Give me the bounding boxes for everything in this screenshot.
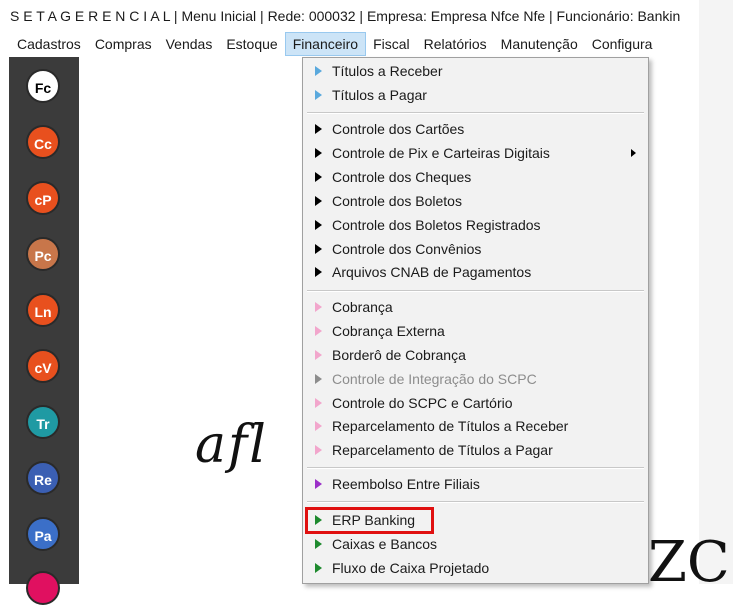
menu-item-reembolso-filiais[interactable]: Reembolso Entre Filiais — [303, 473, 648, 496]
menu-item-label: Reembolso Entre Filiais — [332, 476, 480, 492]
submenu-chevron-icon — [631, 149, 636, 157]
menu-fiscal[interactable]: Fiscal — [366, 32, 417, 56]
menu-item-controle-cartoes[interactable]: Controle dos Cartões — [303, 118, 648, 141]
menu-item-label: Controle dos Cartões — [332, 121, 465, 137]
menu-item-fluxo-caixa[interactable]: Fluxo de Caixa Projetado — [303, 557, 648, 580]
shortcut-sidebar: Fc Cc cP Pc Ln cV Tr Re Pa — [9, 57, 79, 605]
shortcut-pc-button[interactable]: Pc — [26, 237, 60, 271]
arrow-icon — [315, 479, 322, 489]
shortcut-cv-button[interactable]: cV — [26, 349, 60, 383]
shortcut-tr-button[interactable]: Tr — [26, 405, 60, 439]
arrow-icon — [315, 563, 322, 573]
menu-financeiro[interactable]: Financeiro — [284, 32, 367, 56]
menu-item-label: Controle de Pix e Carteiras Digitais — [332, 145, 550, 161]
menu-vendas[interactable]: Vendas — [159, 32, 220, 56]
arrow-icon — [315, 539, 322, 549]
menu-separator — [307, 501, 644, 503]
background-logo-text: afl — [195, 415, 268, 475]
menu-cadastros[interactable]: Cadastros — [0, 32, 88, 56]
menu-item-arquivos-cnab[interactable]: Arquivos CNAB de Pagamentos — [303, 261, 648, 284]
arrow-icon — [315, 326, 322, 336]
arrow-icon — [315, 196, 322, 206]
arrow-icon — [315, 124, 322, 134]
menu-configuracoes[interactable]: Configura — [585, 32, 660, 56]
arrow-icon — [315, 66, 322, 76]
menu-item-reparcelamento-receber[interactable]: Reparcelamento de Títulos a Receber — [303, 415, 648, 438]
menu-item-label: Controle dos Convênios — [332, 241, 482, 257]
arrow-icon — [315, 350, 322, 360]
menu-item-cobranca-externa[interactable]: Cobrança Externa — [303, 320, 648, 343]
arrow-icon — [315, 421, 322, 431]
shortcut-cp-button[interactable]: cP — [26, 181, 60, 215]
menu-item-controle-boletos-registrados[interactable]: Controle dos Boletos Registrados — [303, 214, 648, 237]
arrow-icon — [315, 148, 322, 158]
menu-item-controle-pix[interactable]: Controle de Pix e Carteiras Digitais — [303, 142, 648, 165]
arrow-icon — [315, 90, 322, 100]
shortcut-cc-button[interactable]: Cc — [26, 125, 60, 159]
menu-item-label: Títulos a Pagar — [332, 87, 427, 103]
menu-item-reparcelamento-pagar[interactable]: Reparcelamento de Títulos a Pagar — [303, 439, 648, 462]
menu-item-label: Fluxo de Caixa Projetado — [332, 560, 490, 576]
highlight-annotation-box — [305, 507, 434, 534]
menu-item-controle-cheques[interactable]: Controle dos Cheques — [303, 166, 648, 189]
shortcut-pa-button[interactable]: Pa — [26, 517, 60, 551]
arrow-icon — [315, 445, 322, 455]
menu-separator — [307, 467, 644, 469]
menu-item-integracao-scpc: Controle de Integração do SCPC — [303, 368, 648, 391]
menu-item-label: Reparcelamento de Títulos a Pagar — [332, 442, 553, 458]
menu-item-label: Controle dos Boletos Registrados — [332, 217, 541, 233]
menu-item-controle-convenios[interactable]: Controle dos Convênios — [303, 238, 648, 261]
menu-item-label: Cobrança Externa — [332, 323, 445, 339]
menu-item-label: Controle do SCPC e Cartório — [332, 395, 513, 411]
menu-estoque[interactable]: Estoque — [219, 32, 284, 56]
arrow-icon — [315, 302, 322, 312]
shortcut-fc-button[interactable]: Fc — [26, 69, 60, 103]
menu-item-label: Cobrança — [332, 299, 393, 315]
menu-item-label: Títulos a Receber — [332, 63, 443, 79]
arrow-icon — [315, 172, 322, 182]
menu-separator — [307, 290, 644, 292]
menu-item-titulos-receber[interactable]: Títulos a Receber — [303, 60, 648, 83]
arrow-icon — [315, 244, 322, 254]
financeiro-dropdown-menu: Títulos a Receber Títulos a Pagar Contro… — [302, 57, 649, 584]
menu-item-titulos-pagar[interactable]: Títulos a Pagar — [303, 84, 648, 107]
menu-relatorios[interactable]: Relatórios — [417, 32, 494, 56]
menu-item-label: Reparcelamento de Títulos a Receber — [332, 418, 569, 434]
arrow-icon — [315, 374, 322, 384]
menu-item-label: Controle dos Boletos — [332, 193, 462, 209]
menu-separator — [307, 112, 644, 114]
right-edge — [699, 0, 733, 584]
menu-item-label: Caixas e Bancos — [332, 536, 438, 552]
arrow-icon — [315, 267, 322, 277]
menu-item-controle-boletos[interactable]: Controle dos Boletos — [303, 190, 648, 213]
arrow-icon — [315, 220, 322, 230]
menu-item-label: Controle dos Cheques — [332, 169, 472, 185]
menu-item-scpc-cartorio[interactable]: Controle do SCPC e Cartório — [303, 392, 648, 415]
menu-item-label: Borderô de Cobrança — [332, 347, 466, 363]
menu-item-caixas-bancos[interactable]: Caixas e Bancos — [303, 533, 648, 556]
shortcut-re-button[interactable]: Re — [26, 461, 60, 495]
shortcut-ln-button[interactable]: Ln — [26, 293, 60, 327]
menu-item-bordero-cobranca[interactable]: Borderô de Cobrança — [303, 344, 648, 367]
arrow-icon — [315, 398, 322, 408]
shortcut-partial-button[interactable] — [26, 571, 60, 605]
menu-item-label: Arquivos CNAB de Pagamentos — [332, 264, 532, 280]
window-title: S E T A G E R E N C I A L | Menu Inicial… — [0, 0, 733, 32]
menu-compras[interactable]: Compras — [88, 32, 159, 56]
menu-item-label: Controle de Integração do SCPC — [332, 371, 537, 387]
background-logo-text-right: ZC — [648, 530, 730, 595]
menu-bar: Cadastros Compras Vendas Estoque Finance… — [0, 32, 733, 56]
menu-item-cobranca[interactable]: Cobrança — [303, 296, 648, 319]
menu-manutencao[interactable]: Manutenção — [494, 32, 585, 56]
